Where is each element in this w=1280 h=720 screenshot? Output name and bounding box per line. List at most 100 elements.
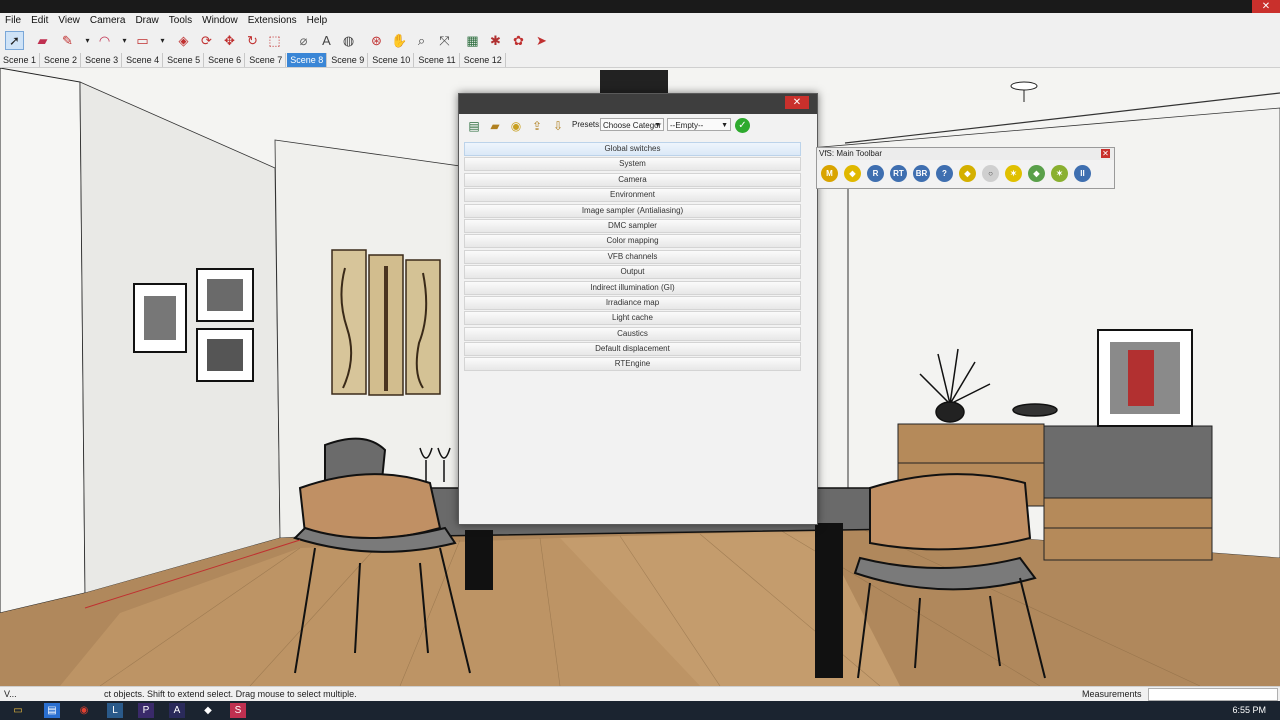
material-editor-button[interactable]: M xyxy=(821,165,838,182)
rollout-image-sampler[interactable]: Image sampler (Antialiasing) xyxy=(464,203,801,218)
preset-select[interactable]: --Empty-- ▼ xyxy=(667,118,731,131)
scale-icon[interactable]: ⬚ xyxy=(265,31,284,50)
dialog-titlebar[interactable]: ✕ xyxy=(459,94,817,114)
rollout-indirect-illumination[interactable]: Indirect illumination (GI) xyxy=(464,280,801,295)
chrome-icon[interactable]: ◉ xyxy=(76,703,92,718)
tab-scene-1[interactable]: Scene 1 xyxy=(0,53,41,67)
rectangle-dropdown-icon[interactable]: ▾ xyxy=(153,31,172,50)
apply-preset-icon[interactable]: ✓ xyxy=(735,118,750,133)
rollout-dmc-sampler[interactable]: DMC sampler xyxy=(464,218,801,233)
push-pull-icon[interactable]: ◈ xyxy=(174,31,193,50)
rectangle-icon[interactable]: ▭ xyxy=(133,31,152,50)
clock[interactable]: 6:55 PM xyxy=(1232,705,1266,715)
menu-view[interactable]: View xyxy=(53,13,85,28)
premiere-icon[interactable]: P xyxy=(138,703,154,718)
window-close-button[interactable]: ✕ xyxy=(1252,0,1280,13)
export-icon[interactable]: ⇩ xyxy=(550,118,566,134)
dialog-scrollbar[interactable] xyxy=(805,142,813,514)
layout-icon[interactable]: ✿ xyxy=(509,31,528,50)
tab-scene-6[interactable]: Scene 6 xyxy=(205,53,246,67)
rollout-global-switches[interactable]: Global switches xyxy=(464,142,801,156)
menu-window[interactable]: Window xyxy=(197,13,243,28)
sketchup-icon[interactable]: S xyxy=(230,703,246,718)
tab-scene-9[interactable]: Scene 9 xyxy=(328,53,369,67)
menu-draw[interactable]: Draw xyxy=(130,13,163,28)
plane-light-button[interactable]: ✶ xyxy=(1051,165,1068,182)
measurements-input[interactable] xyxy=(1148,688,1278,701)
menu-edit[interactable]: Edit xyxy=(26,13,53,28)
menu-camera[interactable]: Camera xyxy=(85,13,131,28)
tab-scene-12[interactable]: Scene 12 xyxy=(461,53,506,67)
app-icon[interactable]: ◆ xyxy=(200,703,216,718)
frame-buffer-button[interactable]: ◆ xyxy=(959,165,976,182)
tab-scene-5[interactable]: Scene 5 xyxy=(164,53,205,67)
app-icon[interactable]: L xyxy=(107,703,123,718)
tab-scene-10[interactable]: Scene 10 xyxy=(369,53,415,67)
zoom-extents-icon[interactable]: ⤧ xyxy=(435,31,454,50)
eraser-icon[interactable]: ▰ xyxy=(33,31,52,50)
store-icon[interactable]: ▤ xyxy=(44,703,60,718)
help-button[interactable]: ? xyxy=(936,165,953,182)
rotate-icon[interactable]: ↻ xyxy=(243,31,262,50)
vfs-toolbar-titlebar[interactable]: VfS: Main Toolbar ✕ xyxy=(817,148,1114,160)
follow-me-icon[interactable]: ⟳ xyxy=(197,31,216,50)
move-icon[interactable]: ✥ xyxy=(220,31,239,50)
arc-icon[interactable]: ◠ xyxy=(95,31,114,50)
rollout-system[interactable]: System xyxy=(464,157,801,172)
rollout-caustics[interactable]: Caustics xyxy=(464,326,801,341)
rollout-color-mapping[interactable]: Color mapping xyxy=(464,234,801,249)
rollout-default-displacement[interactable]: Default displacement xyxy=(464,342,801,357)
light-button[interactable]: ✶ xyxy=(1005,165,1022,182)
save-icon[interactable]: ▤ xyxy=(466,118,482,134)
rollout-light-cache[interactable]: Light cache xyxy=(464,311,801,326)
vfs-toolbar-close-button[interactable]: ✕ xyxy=(1101,149,1110,158)
send-icon[interactable]: ➤ xyxy=(532,31,551,50)
sphere-button[interactable]: ○ xyxy=(982,165,999,182)
open-icon[interactable]: ▰ xyxy=(487,118,503,134)
menu-tools[interactable]: Tools xyxy=(164,13,197,28)
reset-icon[interactable]: ◉ xyxy=(508,118,524,134)
pan-icon[interactable]: ✋ xyxy=(390,31,409,50)
zoom-icon[interactable]: ⌕ xyxy=(412,31,431,50)
status-message: ct objects. Shift to extend select. Drag… xyxy=(104,689,357,699)
rollout-environment[interactable]: Environment xyxy=(464,188,801,203)
tab-scene-7[interactable]: Scene 7 xyxy=(246,53,287,67)
menu-extensions[interactable]: Extensions xyxy=(243,13,302,28)
pause-button[interactable]: II xyxy=(1074,165,1091,182)
preset-category-select[interactable]: Choose Categor ▼ xyxy=(600,118,664,131)
rollout-camera[interactable]: Camera xyxy=(464,172,801,187)
file-explorer-icon[interactable]: ▭ xyxy=(10,703,26,718)
warehouse-icon[interactable]: ▦ xyxy=(463,31,482,50)
rollout-irradiance-map[interactable]: Irradiance map xyxy=(464,295,801,310)
menu-file[interactable]: File xyxy=(0,13,26,28)
tape-measure-icon[interactable]: ⌀ xyxy=(294,31,313,50)
rollout-vfb-channels[interactable]: VFB channels xyxy=(464,249,801,264)
rollout-rtengine[interactable]: RTEngine xyxy=(464,357,801,372)
proxy-button[interactable]: ◆ xyxy=(1028,165,1045,182)
batch-render-button[interactable]: BR xyxy=(913,165,930,182)
render-button[interactable]: R xyxy=(867,165,884,182)
after-effects-icon[interactable]: A xyxy=(169,703,185,718)
measurements-label: Measurements xyxy=(1082,689,1142,699)
dialog-close-button[interactable]: ✕ xyxy=(785,96,809,109)
menu-help[interactable]: Help xyxy=(302,13,333,28)
tab-scene-4[interactable]: Scene 4 xyxy=(123,53,164,67)
tab-scene-8[interactable]: Scene 8 xyxy=(287,53,328,67)
text-icon[interactable]: A xyxy=(317,31,336,50)
rt-render-button[interactable]: RT xyxy=(890,165,907,182)
tab-scene-2[interactable]: Scene 2 xyxy=(41,53,82,67)
rollout-output[interactable]: Output xyxy=(464,265,801,280)
options-button[interactable]: ◆ xyxy=(844,165,861,182)
extension-icon[interactable]: ✱ xyxy=(486,31,505,50)
tab-scene-11[interactable]: Scene 11 xyxy=(415,53,460,67)
scene-tabs: Scene 1 Scene 2 Scene 3 Scene 4 Scene 5 Scene… xyxy=(0,53,1280,68)
status-icons[interactable]: V... xyxy=(4,687,17,701)
orbit-icon[interactable]: ⊛ xyxy=(367,31,386,50)
tab-scene-3[interactable]: Scene 3 xyxy=(82,53,123,67)
rollout-list: Global switches System Camera Environmen… xyxy=(464,142,801,373)
paint-bucket-icon[interactable]: ◍ xyxy=(339,31,358,50)
pencil-icon[interactable]: ✎ xyxy=(58,31,77,50)
import-icon[interactable]: ⇪ xyxy=(529,118,545,134)
arc-dropdown-icon[interactable]: ▾ xyxy=(115,31,134,50)
select-icon[interactable]: ➚ xyxy=(5,31,24,50)
